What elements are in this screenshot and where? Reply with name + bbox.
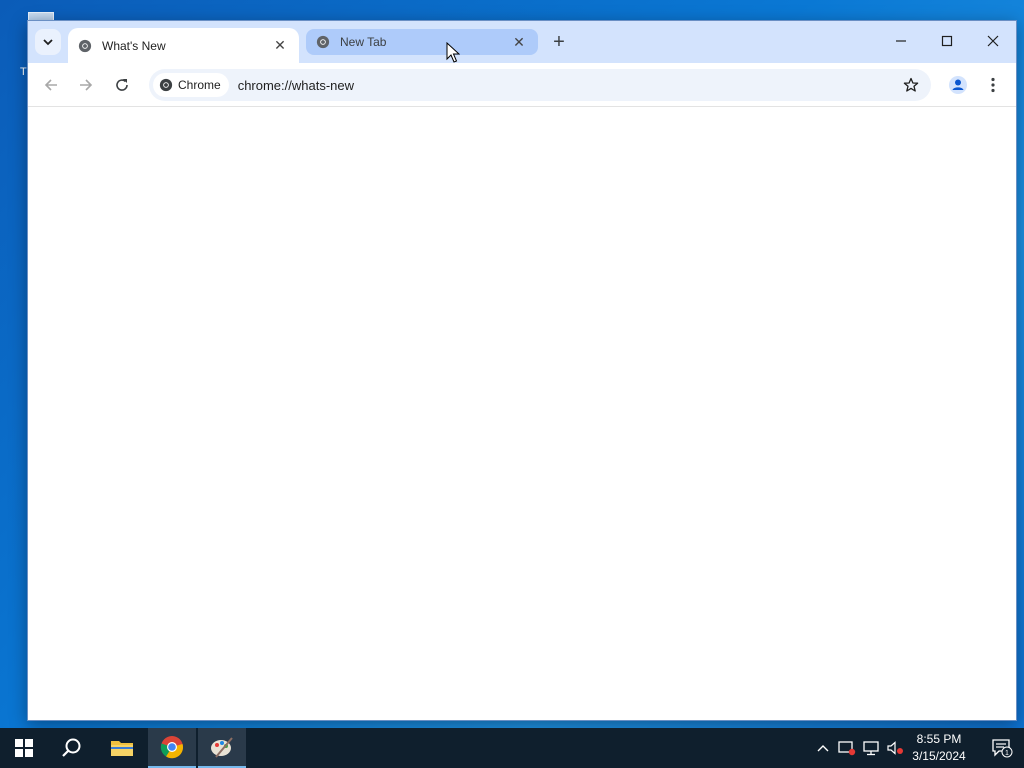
file-explorer-button[interactable]	[98, 728, 146, 768]
chip-label: Chrome	[178, 78, 221, 92]
network-tray-button[interactable]	[860, 728, 882, 768]
close-tab-button[interactable]: ✕	[271, 37, 289, 55]
action-center-button[interactable]: 1	[980, 728, 1024, 768]
tab-new-tab[interactable]: New Tab ✕	[306, 29, 538, 55]
minimize-button[interactable]	[878, 21, 924, 61]
folder-icon	[111, 741, 133, 756]
address-bar[interactable]: Chrome chrome://whats-new	[149, 69, 931, 101]
close-tab-button[interactable]: ✕	[510, 33, 528, 51]
taskbar-clock[interactable]: 8:55 PM 3/15/2024	[904, 731, 974, 767]
site-info-chip[interactable]: Chrome	[153, 73, 229, 97]
windows-logo-icon	[15, 739, 33, 757]
network-icon	[863, 741, 879, 756]
back-arrow-icon	[44, 79, 57, 91]
back-button[interactable]	[37, 71, 65, 99]
paint-palette-icon	[211, 737, 233, 758]
reload-button[interactable]	[108, 71, 136, 99]
maximize-button[interactable]	[924, 21, 970, 61]
chevron-up-icon	[817, 745, 829, 752]
tab-title: What's New	[102, 38, 166, 53]
bookmark-button[interactable]	[899, 73, 923, 97]
profile-button[interactable]	[944, 71, 972, 99]
forward-arrow-icon	[80, 79, 93, 91]
chrome-menu-button[interactable]	[981, 71, 1005, 99]
chrome-logo-icon	[159, 78, 173, 92]
forward-button[interactable]	[72, 71, 100, 99]
url-text[interactable]: chrome://whats-new	[238, 78, 354, 93]
security-alert-icon	[838, 741, 856, 756]
toolbar: Chrome chrome://whats-new	[28, 63, 1016, 107]
close-window-button[interactable]	[970, 21, 1016, 61]
kebab-menu-icon	[991, 77, 995, 93]
notification-icon: 1	[992, 739, 1013, 758]
volume-tray-button[interactable]	[884, 728, 906, 768]
close-icon	[987, 35, 999, 47]
notification-count: 1	[1005, 750, 1009, 757]
tab-search-button[interactable]	[35, 29, 61, 55]
profile-icon	[949, 76, 967, 94]
chrome-favicon-icon	[78, 39, 92, 52]
search-button[interactable]	[48, 728, 96, 768]
reload-icon	[116, 79, 128, 91]
clock-time: 8:55 PM	[916, 732, 962, 746]
chevron-down-icon	[43, 39, 53, 46]
tab-whats-new[interactable]: What's New ✕	[68, 28, 299, 63]
start-button[interactable]	[0, 728, 48, 768]
page-content	[28, 108, 1016, 720]
chrome-window: What's New ✕ New Tab ✕ + Chrome chrome:/…	[27, 20, 1017, 721]
maximize-icon	[941, 35, 953, 47]
paint-taskbar-button[interactable]	[198, 728, 246, 768]
chrome-taskbar-button[interactable]	[148, 728, 196, 768]
taskbar: 8:55 PM 3/15/2024 1	[0, 728, 1024, 768]
tab-title: New Tab	[340, 35, 387, 49]
chrome-favicon-icon	[316, 35, 330, 49]
star-icon	[903, 77, 919, 92]
tab-strip: What's New ✕ New Tab ✕ +	[28, 21, 1016, 63]
new-tab-button[interactable]: +	[547, 30, 571, 54]
search-icon	[62, 738, 81, 757]
chrome-logo-icon	[160, 736, 184, 759]
security-tray-button[interactable]	[836, 728, 858, 768]
minimize-icon	[896, 40, 906, 42]
mouse-cursor-icon	[446, 42, 460, 63]
volume-muted-icon	[887, 741, 903, 755]
clock-date: 3/15/2024	[912, 749, 966, 763]
show-hidden-icons-button[interactable]	[812, 728, 834, 768]
